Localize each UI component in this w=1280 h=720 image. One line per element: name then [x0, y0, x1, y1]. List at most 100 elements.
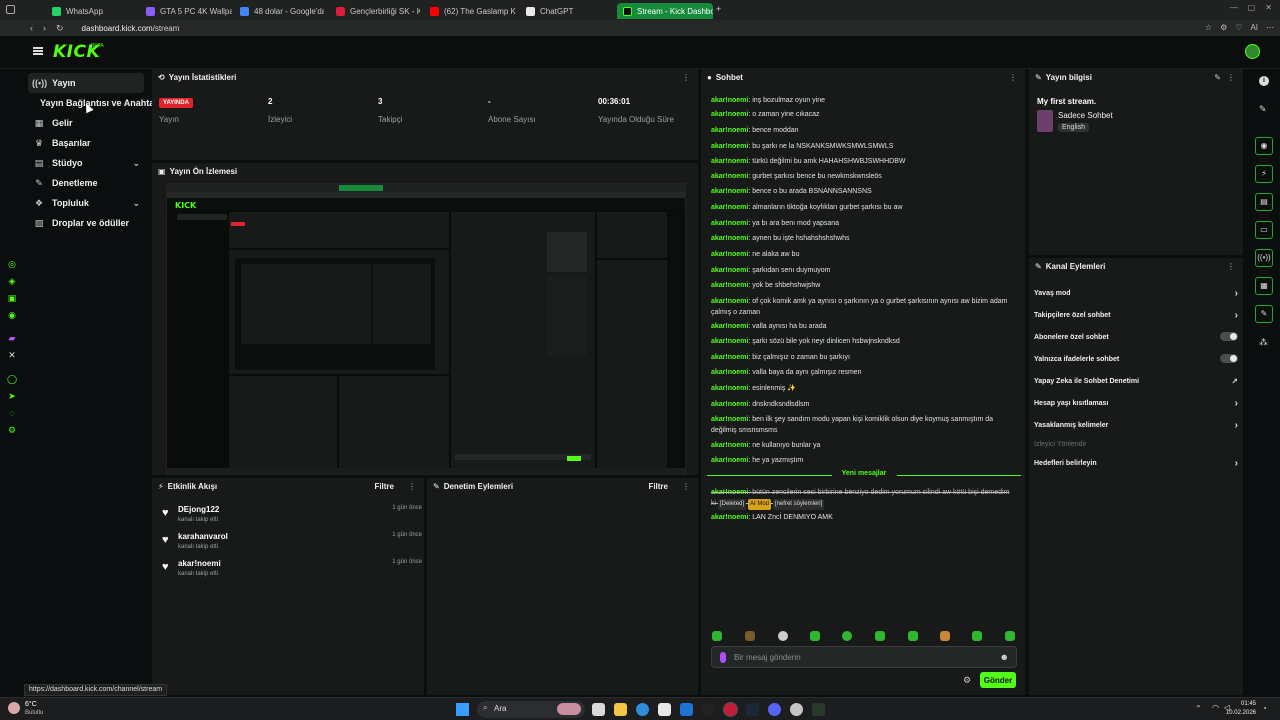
app-icon-2[interactable] [790, 703, 803, 716]
chat-message[interactable]: akar!noemi: he ya yazmıştım [711, 455, 1016, 466]
action-ai-moderation[interactable]: Yapay Zeka ile Sohbet Denetimi ↗ [1034, 372, 1242, 390]
emote-icon[interactable] [940, 631, 950, 641]
chat-username[interactable]: akar!noemi [711, 97, 748, 104]
rail-broadcast-button[interactable]: ((•)) [1255, 249, 1273, 267]
more-options-icon[interactable]: ⋮ [682, 482, 690, 491]
chat-message[interactable]: akar!noemi: bence o bu arada BSNANNSANNS… [711, 186, 1016, 197]
chat-message[interactable]: akar!noemi: aynen bu işte hshahshshshwhs [711, 233, 1016, 244]
rail-icon-4[interactable]: ◉ [7, 310, 17, 320]
chat-message[interactable]: akar!noemi: almanların tiktoğa koyfıklar… [711, 202, 1016, 213]
chat-message[interactable]: akar!noemi: valla aynısı ha bu arada [711, 321, 1016, 332]
sidebar-item-community[interactable]: ❖ Topluluk ⌄ [28, 193, 144, 213]
minimize-icon[interactable]: — [1230, 3, 1238, 12]
chat-settings-gear-icon[interactable]: ⚙ [963, 675, 971, 686]
chat-username[interactable]: akar!noemi [711, 298, 748, 305]
tab-gta-wallpapers[interactable]: GTA 5 PC 4K Wallpapers [140, 3, 232, 19]
chat-username[interactable]: akar!noemi [711, 158, 748, 165]
more-menu-icon[interactable]: ⋯ [1266, 23, 1274, 32]
edit-icon[interactable]: ✎ [1214, 73, 1221, 82]
rail-document-button[interactable]: ▤ [1255, 193, 1273, 211]
chat-username[interactable]: akar!noemi [711, 143, 748, 150]
action-banned-words[interactable]: Yasaklanmış kelimeler › [1034, 416, 1242, 434]
rail-icon-7[interactable]: ◌ [7, 408, 17, 418]
chat-message[interactable]: akar!noemi: inş bozulmaz oyun yine [711, 95, 1016, 106]
tab-genclerbirligi[interactable]: Gençlerbirliği SK - Kulüp ... [330, 3, 420, 19]
rail-camera-button[interactable]: ◉ [1255, 137, 1273, 155]
url-field[interactable]: dashboard.kick.com/stream [82, 24, 180, 33]
window-menu-icon[interactable] [6, 5, 15, 14]
chat-username[interactable]: akar!noemi [711, 323, 748, 330]
chat-username[interactable]: akar!noemi [711, 401, 748, 408]
close-window-icon[interactable]: ✕ [1265, 3, 1272, 12]
tab-kick-dashboard[interactable]: Stream - Kick Dashboard [617, 3, 713, 19]
reload-icon[interactable]: ↻ [56, 23, 64, 34]
rail-icon-3[interactable]: ▣ [7, 293, 17, 303]
chat-message[interactable]: akar!noemi: türkü değilmi bu amk HAHAHSH… [711, 156, 1016, 167]
chat-message-deleted[interactable]: akar!noemi: bütün zencilerin sesi birbir… [711, 487, 1016, 510]
chat-username[interactable]: akar!noemi [711, 188, 748, 195]
chat-message[interactable]: akar!noemi: of çok komik amk ya aynısı o… [711, 296, 1016, 318]
chat-message[interactable]: akar!noemi: esinlenmiş ✨ [711, 383, 1016, 394]
new-tab-icon[interactable]: + [714, 5, 723, 14]
info-icon[interactable]: i [1259, 76, 1269, 86]
sidebar-item-revenue[interactable]: ▦ Gelir [28, 113, 144, 133]
taskbar-search[interactable]: ⌕ Ara [477, 701, 585, 718]
emote-icon[interactable] [810, 631, 820, 641]
tab-youtube[interactable]: (62) The Gaslamp Killer ... [424, 3, 516, 19]
action-account-age[interactable]: Hesap yaşı kısıtlaması › [1034, 394, 1242, 412]
action-slow-mode[interactable]: Yavaş mod › [1034, 284, 1242, 302]
emote-only-toggle[interactable] [1220, 354, 1238, 363]
clock-time[interactable]: 01:45 [1212, 701, 1256, 707]
action-set-goals[interactable]: Hedefleri belirleyin › [1034, 454, 1242, 472]
chat-username[interactable]: akar!noemi [711, 111, 748, 118]
rail-chat-button[interactable]: ▭ [1255, 221, 1273, 239]
chat-username[interactable]: akar!noemi [711, 267, 748, 274]
sidebar-item-studio[interactable]: ▤ Stüdyo ⌄ [28, 153, 144, 173]
windows-start-icon[interactable] [456, 703, 469, 716]
chat-username[interactable]: akar!noemi [711, 235, 748, 242]
bookmark-icon[interactable]: ☆ [1205, 23, 1212, 32]
app-icon-3[interactable] [812, 703, 825, 716]
discord-icon[interactable] [768, 703, 781, 716]
forward-icon[interactable]: › [43, 23, 46, 33]
chat-message[interactable]: akar!noemi: dnskndksndlsdlsm [711, 399, 1016, 410]
chat-username[interactable]: akar!noemi [711, 369, 748, 376]
chat-message[interactable]: akar!noemi: ne kullanıyo bunlar ya [711, 440, 1016, 451]
emote-icon[interactable] [1005, 631, 1015, 641]
chat-username[interactable]: akar!noemi [711, 416, 748, 423]
rail-icon-5[interactable]: ◯ [7, 374, 17, 384]
rail-lightning-button[interactable]: ⚡ [1255, 165, 1273, 183]
more-options-icon[interactable]: ⋮ [1227, 73, 1235, 82]
chat-message[interactable]: akar!noemi: o zaman yine cıkacaz [711, 109, 1016, 120]
chat-message[interactable]: akar!noemi: yok be shbehshwjshw [711, 280, 1016, 291]
chat-message[interactable]: akar!noemi: bu şarkı ne la NSKANKSMWKSMW… [711, 141, 1016, 152]
chat-message[interactable]: akar!noemi: LAN Zncİ DENMIYO AMK [711, 512, 1016, 523]
sidebar-item-stream[interactable]: ((•)) Yayın [28, 73, 144, 93]
chat-message[interactable]: akar!noemi: şarkı sözü bile yok neyi din… [711, 336, 1016, 347]
chat-message[interactable]: akar!noemi: gurbet şarkısı bence bu newk… [711, 171, 1016, 182]
app-icon[interactable] [702, 703, 715, 716]
hamburger-menu-icon[interactable] [33, 47, 43, 55]
emote-icon[interactable] [875, 631, 885, 641]
tab-whatsapp[interactable]: WhatsApp [46, 3, 138, 19]
opera-gx-icon[interactable] [723, 702, 738, 717]
heart-icon[interactable]: ♡ [1235, 23, 1242, 32]
chat-username[interactable]: akar!noemi [711, 385, 748, 392]
chat-username[interactable]: akar!noemi [711, 354, 748, 361]
emote-icon[interactable] [745, 631, 755, 641]
back-icon[interactable]: ‹ [30, 23, 33, 33]
chat-input[interactable] [734, 651, 994, 664]
clock-date[interactable]: 10.02.2026 [1206, 710, 1256, 716]
emote-icon[interactable] [972, 631, 982, 641]
moderation-filter-button[interactable]: Filtre [648, 482, 668, 491]
weather-icon[interactable] [8, 702, 20, 714]
chat-username[interactable]: akar!noemi [711, 282, 748, 289]
chat-message[interactable]: akar!noemi: bence moddan [711, 125, 1016, 136]
more-options-icon[interactable]: ⋮ [682, 73, 690, 82]
chat-message[interactable]: akar!noemi: valla baya da aynı çalmışız … [711, 367, 1016, 378]
rail-icon-6[interactable]: ➤ [7, 391, 17, 401]
ai-button[interactable]: AI [1250, 23, 1258, 32]
chat-username[interactable]: akar!noemi [711, 338, 748, 345]
chat-username[interactable]: akar!noemi [711, 173, 748, 180]
stream-preview-video[interactable]: KICK [166, 183, 686, 475]
